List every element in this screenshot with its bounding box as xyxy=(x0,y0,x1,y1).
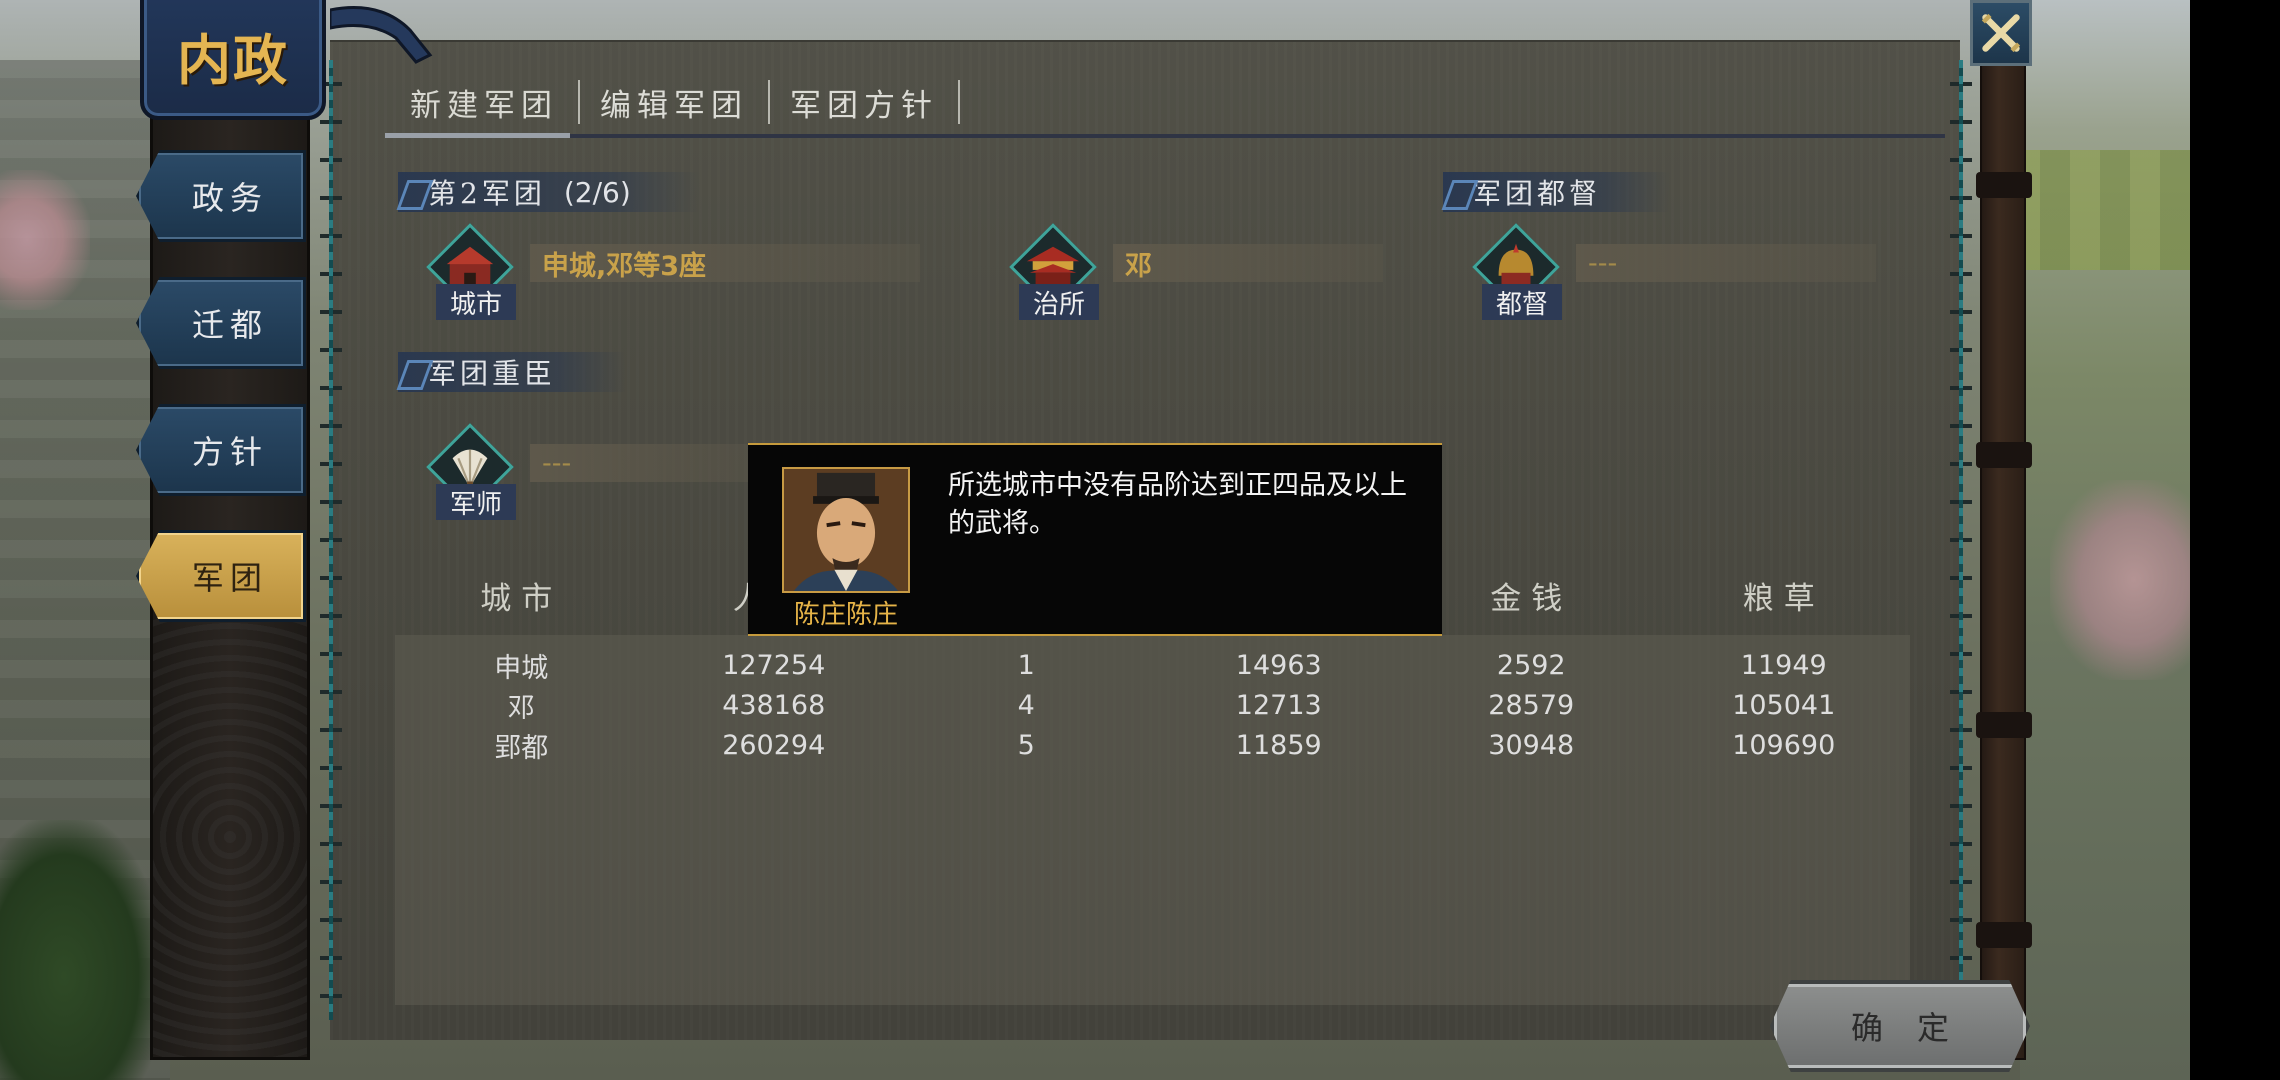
right-wooden-rail xyxy=(1976,20,2032,1060)
rail-knot xyxy=(1976,442,2032,468)
corps-cities-field[interactable]: 城市 申城,邓等3座 xyxy=(426,223,930,322)
screen-edge-bar xyxy=(2190,0,2280,1080)
close-icon xyxy=(1981,13,2021,53)
nav-item-corps[interactable]: 军团 xyxy=(136,530,306,622)
corps-seat-field[interactable]: 治所 邓 xyxy=(1009,223,1383,322)
close-button[interactable] xyxy=(1970,0,2032,66)
tab-underline xyxy=(385,133,1945,138)
ministers-header: 军团重臣 xyxy=(398,352,627,392)
background-right-blossom xyxy=(2050,480,2190,680)
banner-ribbon-icon xyxy=(330,6,433,64)
tab-edit-corps[interactable]: 编辑军团 xyxy=(580,80,770,124)
rail-knot xyxy=(1976,172,2032,198)
column-header: 金钱 xyxy=(1490,580,1573,617)
advisor-name: 陈庄陈庄 xyxy=(793,600,898,630)
corps-commander-field[interactable]: 都督 --- xyxy=(1472,223,1876,322)
confirm-button[interactable]: 确定 xyxy=(1770,980,2030,1072)
nav-item-government[interactable]: 政务 xyxy=(136,150,306,242)
nav-item-policy[interactable]: 方针 xyxy=(136,404,306,496)
city-table: 申城 127254 1 14963 2592 11949 邓 438168 4 … xyxy=(395,635,1910,1005)
popup-message: 所选城市中没有品阶达到正四品及以上的武将。 xyxy=(948,470,1407,539)
corps-count: (2/6) xyxy=(563,175,631,209)
advisor-message-popup[interactable]: 陈庄陈庄 所选城市中没有品阶达到正四品及以上的武将。 xyxy=(748,443,1442,636)
advisor-portrait xyxy=(782,467,910,593)
corps-cities-value: 申城,邓等3座 xyxy=(530,244,920,282)
rail-knot xyxy=(1976,922,2032,948)
column-header: 粮草 xyxy=(1742,580,1825,617)
table-row[interactable]: 邓 438168 4 12713 28579 105041 xyxy=(395,685,1910,725)
tab-new-corps[interactable]: 新建军团 xyxy=(390,80,580,124)
column-header: 城市 xyxy=(480,580,563,617)
corps-commander-value: --- xyxy=(1576,244,1876,282)
table-row[interactable]: 申城 127254 1 14963 2592 11949 xyxy=(395,645,1910,685)
rail-knot xyxy=(1976,712,2032,738)
strategist-field[interactable]: 军师 --- xyxy=(426,423,760,522)
tab-bar: 新建军团 编辑军团 军团方针 xyxy=(390,72,960,132)
strategist-value: --- xyxy=(530,444,750,482)
advisor-portrait-icon xyxy=(784,469,908,591)
tab-corps-policy[interactable]: 军团方针 xyxy=(770,80,960,124)
commander-header: 军团都督 xyxy=(1443,172,1672,212)
panel-cord-left xyxy=(320,60,342,1020)
background-trees xyxy=(0,820,160,1080)
corps-seat-value: 邓 xyxy=(1113,244,1383,282)
page-title: 内政 xyxy=(177,27,289,92)
nav-item-relocate-capital[interactable]: 迁都 xyxy=(136,277,306,369)
section-title-banner: 内政 xyxy=(140,0,326,120)
background-fields xyxy=(2010,150,2210,270)
corps-header: 第2军团 (2/6) xyxy=(398,172,701,212)
background-blossom xyxy=(0,170,90,310)
table-row[interactable]: 郢都 260294 5 11859 30948 109690 xyxy=(395,725,1910,765)
panel-cord-right xyxy=(1950,60,1972,1020)
